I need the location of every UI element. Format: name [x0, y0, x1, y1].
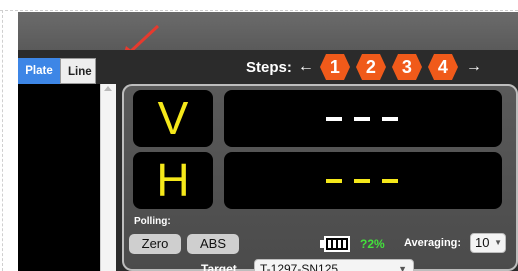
readout-dash	[382, 117, 398, 121]
averaging-select[interactable]: 10 ▼	[470, 233, 506, 253]
tab-line[interactable]: Line	[60, 58, 96, 84]
horizontal-readout-display	[224, 152, 502, 209]
battery-body	[324, 236, 350, 252]
readout-dash	[326, 179, 342, 183]
page-guide-left	[2, 10, 3, 271]
averaging-value: 10	[475, 235, 490, 250]
steps-label: Steps:	[246, 58, 292, 76]
readout-dash	[354, 117, 370, 121]
step-number: 1	[329, 57, 340, 77]
scrollbar[interactable]	[100, 84, 116, 271]
readout-dash	[354, 179, 370, 183]
battery-cell	[343, 240, 346, 248]
step-3-button[interactable]: 3	[391, 54, 422, 80]
scroll-up-icon[interactable]	[104, 86, 112, 91]
target-value: T-1297-SN125	[260, 262, 339, 271]
vertical-readout-display	[224, 90, 502, 147]
step-1-button[interactable]: 1	[319, 54, 350, 80]
page-guide-top	[0, 10, 518, 11]
step-2-button[interactable]: 2	[355, 54, 386, 80]
battery-icon	[320, 236, 352, 252]
horizontal-axis-label: H	[133, 152, 213, 209]
polling-label: Polling:	[134, 216, 171, 227]
step-number: 4	[437, 57, 448, 77]
zero-button[interactable]: Zero	[129, 234, 181, 254]
readout-dash	[382, 179, 398, 183]
target-label: Target	[201, 262, 237, 271]
steps-forward-arrow-icon[interactable]: →	[466, 58, 482, 76]
battery-cell	[328, 240, 331, 248]
readout-dash	[326, 117, 342, 121]
abs-button[interactable]: ABS	[187, 234, 239, 254]
battery-percent: ?2%	[360, 237, 385, 251]
averaging-label: Averaging:	[404, 237, 462, 249]
step-number: 2	[365, 57, 376, 77]
chevron-down-icon: ▼	[398, 264, 407, 271]
vertical-axis-label: V	[133, 90, 213, 147]
window-titlebar	[18, 12, 518, 50]
chevron-down-icon: ▼	[494, 238, 502, 247]
tab-plate[interactable]: Plate	[18, 58, 60, 84]
plate-list-panel	[18, 84, 100, 271]
view-tabs: Plate Line	[18, 58, 96, 84]
step-number: 3	[401, 57, 412, 77]
steps-back-arrow-icon[interactable]: ←	[298, 58, 314, 76]
battery-cell	[338, 240, 341, 248]
step-4-button[interactable]: 4	[427, 54, 458, 80]
battery-cell	[333, 240, 336, 248]
steps-bar: Steps: ← 1 2 3 4 →	[246, 52, 482, 82]
target-select[interactable]: T-1297-SN125 ▼	[254, 259, 414, 271]
